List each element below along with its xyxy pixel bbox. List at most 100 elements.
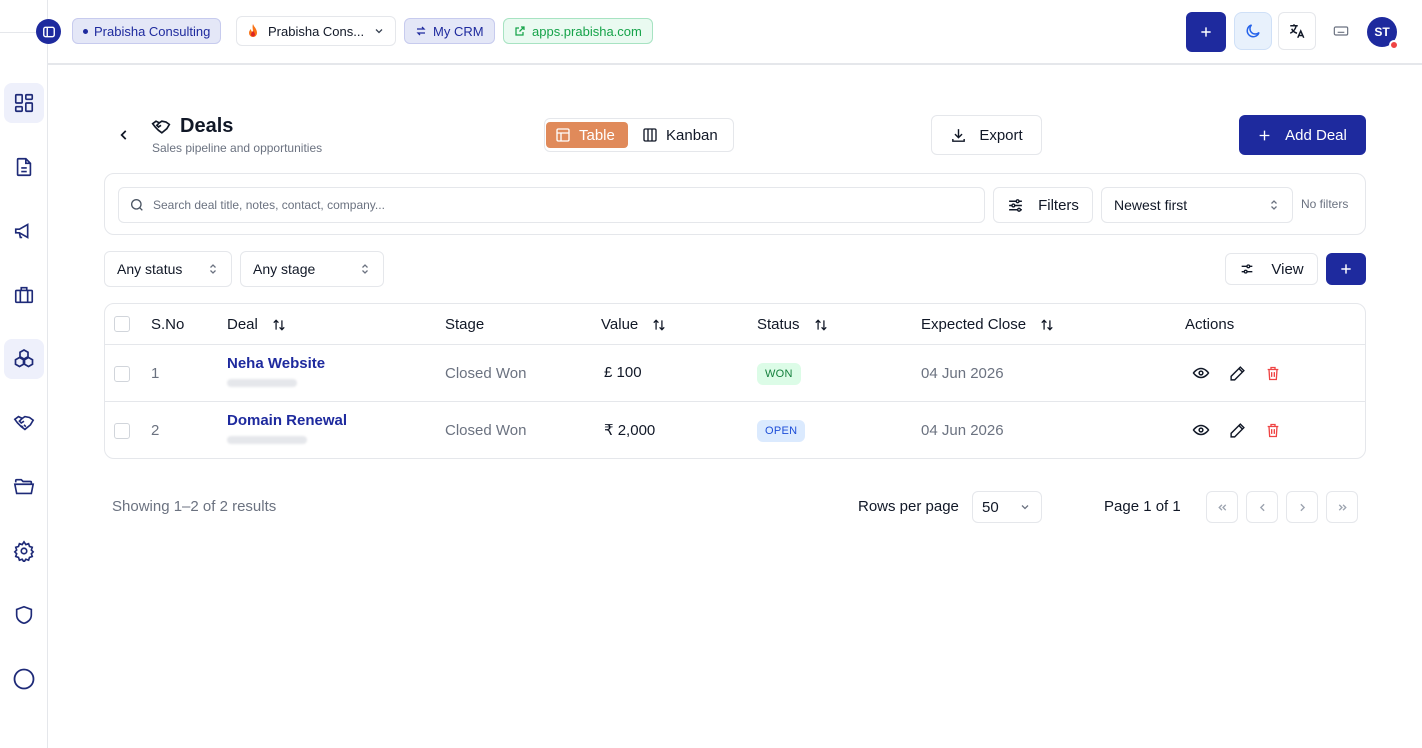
select-all-checkbox[interactable] [114,316,130,332]
tab-kanban-label: Kanban [666,126,718,144]
row-checkbox[interactable] [114,366,130,382]
edit-deal-button[interactable] [1227,420,1247,440]
first-page-button[interactable] [1206,491,1238,523]
stage-select[interactable]: Any stage [240,251,384,287]
chevron-updown-icon [210,264,216,274]
quick-add-button[interactable] [1186,12,1226,52]
status-select[interactable]: Any status [104,251,232,287]
deal-title-link[interactable]: Neha Website [227,355,325,372]
view-options-button[interactable]: View [1225,253,1318,285]
page-title: Deals [180,115,234,137]
dashboard-icon [14,93,34,113]
add-deal-button[interactable]: Add Deal [1239,115,1366,155]
boxes-icon [14,349,34,368]
keyboard-shortcuts-button[interactable] [1322,12,1360,50]
table-header: S.No Deal Stage Value Status Expected Cl… [105,304,1365,345]
sidebar-item-deals[interactable] [4,403,44,443]
trash-icon [1267,423,1279,437]
sort-icon [1041,318,1053,331]
filters-button[interactable]: Filters [993,187,1093,223]
edit-deal-button[interactable] [1227,363,1247,383]
theme-toggle-button[interactable] [1234,12,1272,50]
sidebar-item-campaigns[interactable] [4,211,44,251]
search-icon [131,199,143,211]
handshake-icon [151,120,171,134]
tab-table-view[interactable]: Table [546,122,628,148]
back-button[interactable] [114,125,134,145]
sidebar-item-products[interactable] [4,339,44,379]
deal-title-link[interactable]: Domain Renewal [227,412,347,429]
pencil-icon [1229,365,1245,381]
language-button[interactable] [1278,12,1316,50]
app-url-link[interactable]: apps.prabisha.com [503,18,653,44]
column-status-label: Status [757,316,800,333]
row-stage: Closed Won [445,365,527,382]
sidebar-item-files[interactable] [4,467,44,507]
sidebar [0,0,48,748]
column-value-label: Value [601,316,639,333]
add-column-button[interactable] [1326,253,1366,285]
view-deal-button[interactable] [1191,363,1211,383]
status-select-value: Any status [117,261,183,277]
chevron-updown-icon [362,264,368,274]
column-status[interactable]: Status [757,316,828,333]
tab-table-label: Table [579,126,615,144]
column-sno: S.No [151,316,184,333]
export-button-label: Export [979,126,1023,144]
table-row[interactable]: 2 Domain Renewal Closed Won ₹ 2,000 OPEN… [105,402,1365,459]
moon-icon [1246,24,1260,38]
sidebar-item-security[interactable] [4,595,44,635]
trash-icon [1267,366,1279,380]
deals-title-icon [151,117,171,137]
folder-icon [13,478,35,495]
rows-per-page-label: Rows per page [858,498,959,515]
next-page-button[interactable] [1286,491,1318,523]
filter-bar: Filters Newest first No filters [104,173,1366,235]
sort-icon [653,318,665,331]
sort-icon [273,318,285,331]
column-stage-label: Stage [445,316,485,333]
last-page-button[interactable] [1326,491,1358,523]
view-button-label: View [1271,260,1304,278]
view-deal-button[interactable] [1191,420,1211,440]
rows-per-page-select[interactable]: 50 [972,491,1042,523]
org-badge[interactable]: Prabisha Consulting [72,18,222,44]
handshake-icon [13,415,35,431]
sort-icon [814,318,827,331]
sort-select[interactable]: Newest first [1101,187,1293,223]
row-sno: 2 [151,422,160,439]
row-checkbox[interactable] [114,423,130,439]
org-select-label: Prabisha Cons... [268,23,365,39]
column-deal[interactable]: Deal [227,316,286,333]
sidebar-item-settings[interactable] [4,531,44,571]
app-url-label: apps.prabisha.com [532,23,642,39]
download-icon [952,128,966,142]
chevrons-right-icon [1338,503,1347,511]
tab-kanban-view[interactable]: Kanban [633,122,731,148]
sidebar-item-dashboard[interactable] [4,83,44,123]
column-value[interactable]: Value [601,316,666,333]
stage-select-value: Any stage [253,261,316,277]
sidebar-toggle-button[interactable] [36,19,61,44]
search-input[interactable] [153,198,953,212]
chevron-left-icon [1259,503,1265,511]
delete-deal-button[interactable] [1263,420,1283,440]
sidebar-item-more[interactable] [4,659,44,699]
crm-link[interactable]: My CRM [404,18,495,44]
delete-deal-button[interactable] [1263,363,1283,383]
org-select[interactable]: Prabisha Cons... [236,16,396,46]
sidebar-item-projects[interactable] [4,275,44,315]
plus-icon [1341,264,1351,274]
sidebar-item-documents[interactable] [4,147,44,187]
pencil-icon [1229,422,1245,438]
row-expected-close: 04 Jun 2026 [921,365,1004,382]
active-filters-text: No filters [1301,197,1349,211]
table-row[interactable]: 1 Neha Website Closed Won £ 100 WON 04 J… [105,345,1365,402]
results-count: Showing 1–2 of 2 results [112,498,277,515]
kanban-icon [643,128,657,142]
export-button[interactable]: Export [931,115,1042,155]
chevron-down-icon [375,29,383,34]
row-expected-close: 04 Jun 2026 [921,422,1004,439]
column-expected-close[interactable]: Expected Close [921,316,1054,333]
prev-page-button[interactable] [1246,491,1278,523]
